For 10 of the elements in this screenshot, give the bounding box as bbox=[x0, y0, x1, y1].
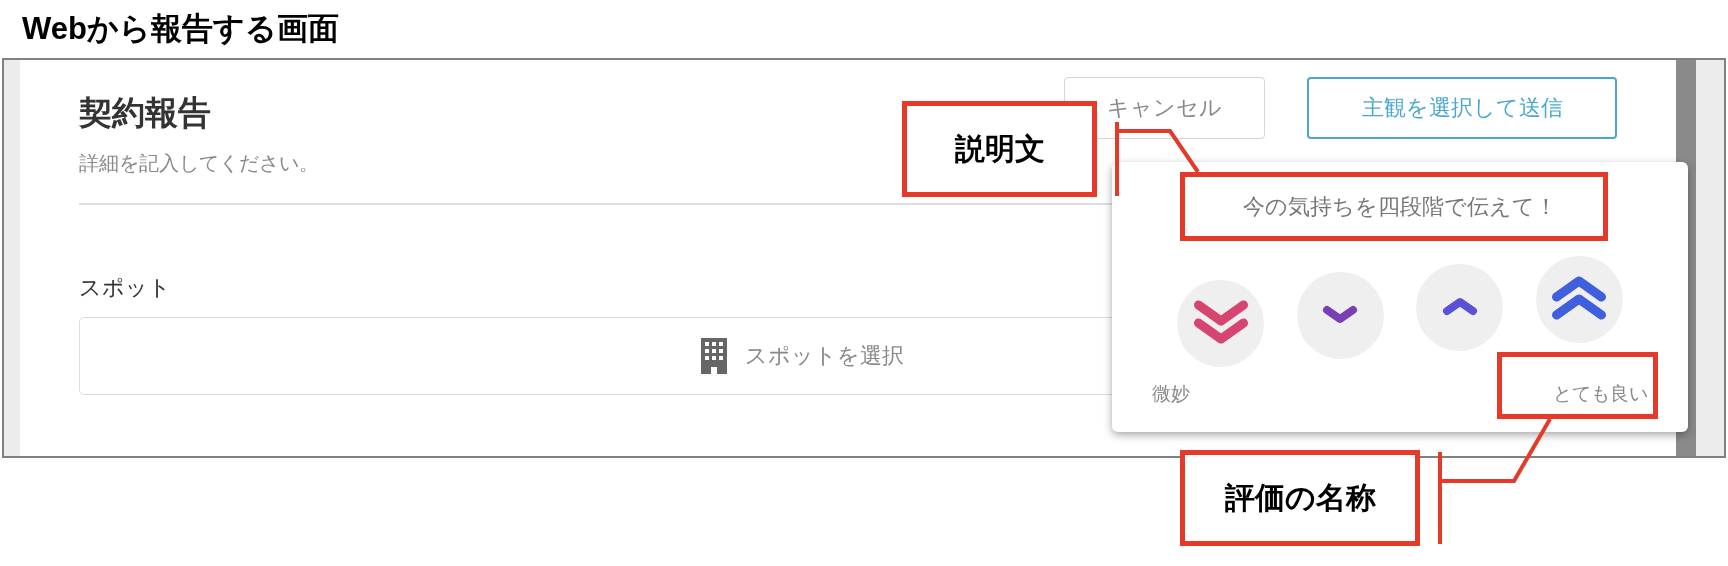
form-subtitle: 詳細を記入してください。 bbox=[79, 150, 319, 177]
callout-tooltip: 評価の名称 bbox=[1180, 450, 1420, 546]
spot-label: スポット bbox=[79, 274, 171, 302]
callout-tooltip: 説明文 bbox=[902, 101, 1097, 197]
rating-description: 今の気持ちを四段階で伝えて！ bbox=[1243, 193, 1557, 221]
form-title: 契約報告 bbox=[79, 92, 211, 134]
page-title: Webから報告する画面 bbox=[22, 10, 339, 48]
high-rating-label: とても良い bbox=[1553, 381, 1648, 406]
submit-button[interactable]: 主観を選択して送信 bbox=[1307, 77, 1617, 139]
building-icon bbox=[701, 338, 727, 374]
